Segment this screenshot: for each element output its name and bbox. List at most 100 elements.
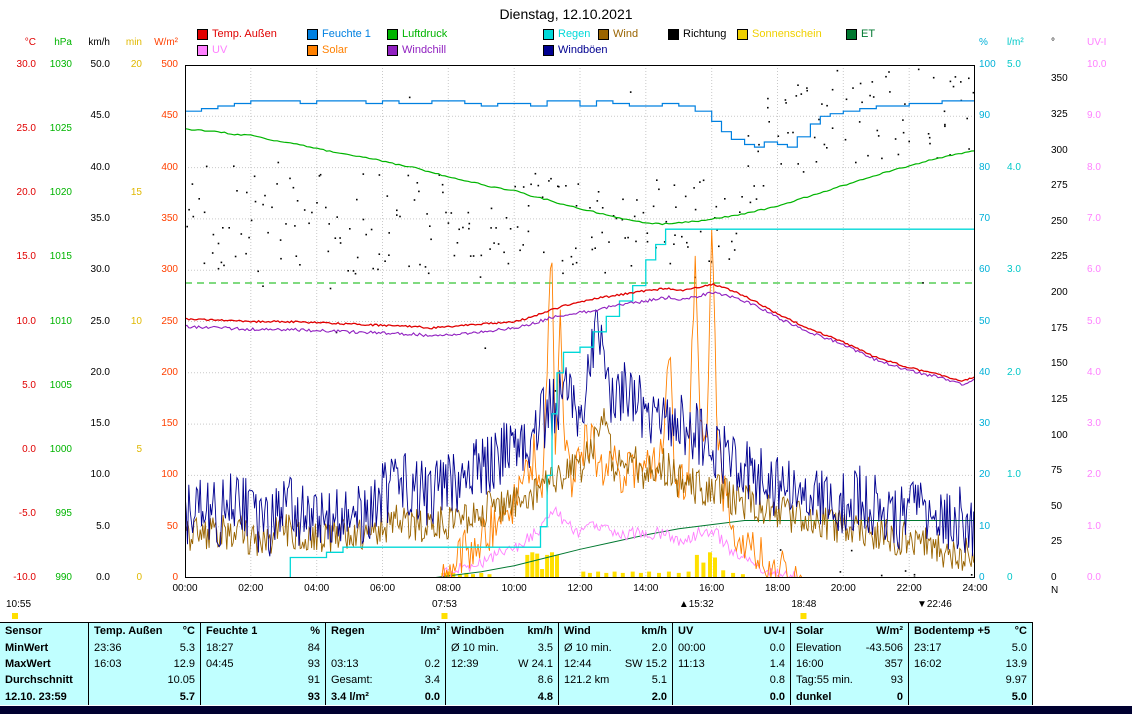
y-tick-label: 7.0 [1087,214,1117,224]
legend-label: Solar [322,45,348,56]
table-cell-group: 2.0 [558,689,672,705]
table-cell-value: 84 [308,642,320,654]
legend-label: Feuchte 1 [322,29,371,40]
y-tick-label: 225 [1051,252,1077,262]
y-tick-label: 0.0 [6,445,36,455]
table-cell-value: 5.0 [1012,691,1027,703]
y-tick-label: 2.0 [1007,368,1033,378]
table-cell-time: Tag:55 min. [796,674,853,686]
table-cell-group: 121.2 km5.1 [558,672,672,688]
table-cell-value: 93 [308,658,320,670]
y-tick-label: 200 [1051,288,1077,298]
legend-item-temp-au-en: Temp. Außen [197,29,277,40]
legend-swatch-icon [307,45,318,56]
marker-moonrise: ▲15:32 [679,599,714,610]
table-cell-time: 00:00 [678,642,706,654]
legend-label: Luftdruck [402,29,447,40]
table-cell-time: Ø 10 min. [451,642,499,654]
y-tick-label: -5.0 [6,509,36,519]
table-cell-value: 5.7 [180,691,195,703]
y-tick-label: 125 [1051,395,1077,405]
x-tick-label: 02:00 [238,583,263,594]
table-cell-group: Tag:55 min. 93 [790,672,908,688]
table-cell-group: 11:131.4 [672,656,790,672]
y-tick-label: 4.0 [1007,163,1033,173]
table-cell-value: 5.3 [180,642,195,654]
axis-unit-label: UV-I [1087,38,1117,48]
y-tick-label: 0 [1007,573,1033,583]
axis-unit-label: W/m² [146,38,178,48]
table-cell-group: 0.8 [672,672,790,688]
table-cell-group: Feuchte 1% [200,623,325,639]
legend-item-et: ET [846,29,875,40]
y-tick-label: 0.0 [78,573,110,583]
plot-svg [185,65,975,578]
table-cell-time: dunkel [796,691,831,703]
summary-table: SensorTemp. Außen°CFeuchte 1%Regenl/m²Wi… [0,622,1033,705]
table-row-label: 12.10. 23:59 [0,691,88,703]
table-cell-value: 0.2 [425,658,440,670]
table-cell-value: 5.1 [652,674,667,686]
table-cell-group: Ø 10 min.3.5 [445,639,558,655]
table-cell-value: 93 [891,674,903,686]
table-cell-time: Gesamt: [331,674,373,686]
table-cell-value: 5.0 [1012,642,1027,654]
x-tick-label: 24:00 [962,583,987,594]
table-cell-value: 0.0 [770,691,785,703]
table-row: Durchschnitt10.0591Gesamt:3.48.6121.2 km… [0,672,1032,688]
x-tick-label: 18:00 [765,583,790,594]
table-cell-group: Temp. Außen°C [88,623,200,639]
legend-label: Regen [558,29,590,40]
y-tick-label: 5.0 [1087,317,1117,327]
table-row: MinWert23:365.318:2784Ø 10 min.3.5Ø 10 m… [0,639,1032,655]
table-cell-value: 93 [308,691,320,703]
table-cell-group: Bodentemp +5°C [908,623,1032,639]
legend-item-wind: Wind [598,29,638,40]
legend-item-richtung: Richtung [668,29,726,40]
y-tick-label: 15 [118,188,142,198]
marker-sunrise: 07:53 [432,599,457,619]
table-cell-time: Feuchte 1 [206,625,257,637]
legend-swatch-icon [846,29,857,40]
table-cell-time: 03:13 [331,658,359,670]
table-row: 12.10. 23:595.7933.4 l/m²0.04.82.00.0dun… [0,689,1032,705]
x-tick-label: 20:00 [831,583,856,594]
table-cell-value: 1.4 [770,658,785,670]
y-tick-label: 15.0 [6,252,36,262]
y-tick-label: 45.0 [78,111,110,121]
table-cell-time: Temp. Außen [94,625,162,637]
bottom-bar [0,706,1132,714]
y-tick-label: 325 [1051,110,1077,120]
y-tick-label: 10 [979,522,1001,532]
marker-sunset: 18:48 [791,599,816,619]
y-tick-label: 250 [146,317,178,327]
marker-day-length: 10:55 [6,599,31,619]
y-tick-label: 300 [146,265,178,275]
table-cell-value: UV-I [764,625,785,637]
table-cell-value: 2.0 [652,691,667,703]
table-cell-time: Wind [564,625,591,637]
y-tick-label: 0 [146,573,178,583]
y-tick-label: 1015 [40,252,72,262]
table-cell-time: 12:44 [564,658,592,670]
table-cell-group: 23:175.0 [908,639,1032,655]
y-tick-label: 20 [118,60,142,70]
legend-item-uv: UV [197,45,227,56]
table-cell-value: 12.9 [174,658,195,670]
table-row: MaxWert16:0312.904:459303:130.212:39W 24… [0,656,1032,672]
legend-item-luftdruck: Luftdruck [387,29,447,40]
x-tick-label: 16:00 [699,583,724,594]
page-title: Dienstag, 12.10.2021 [0,6,1132,22]
y-tick-label: 25.0 [6,124,36,134]
legend-label: ET [861,29,875,40]
legend-item-windb-en: Windböen [543,45,608,56]
y-tick-label: 5.0 [78,522,110,532]
table-cell-group: 16:0213.9 [908,656,1032,672]
y-tick-label: 50 [146,522,178,532]
sun-icon [12,613,18,619]
legend-item-regen: Regen [543,29,590,40]
legend-label: Windböen [558,45,608,56]
y-tick-label: 350 [146,214,178,224]
table-cell-group: Windkm/h [558,623,672,639]
y-tick-label: 70 [979,214,1001,224]
